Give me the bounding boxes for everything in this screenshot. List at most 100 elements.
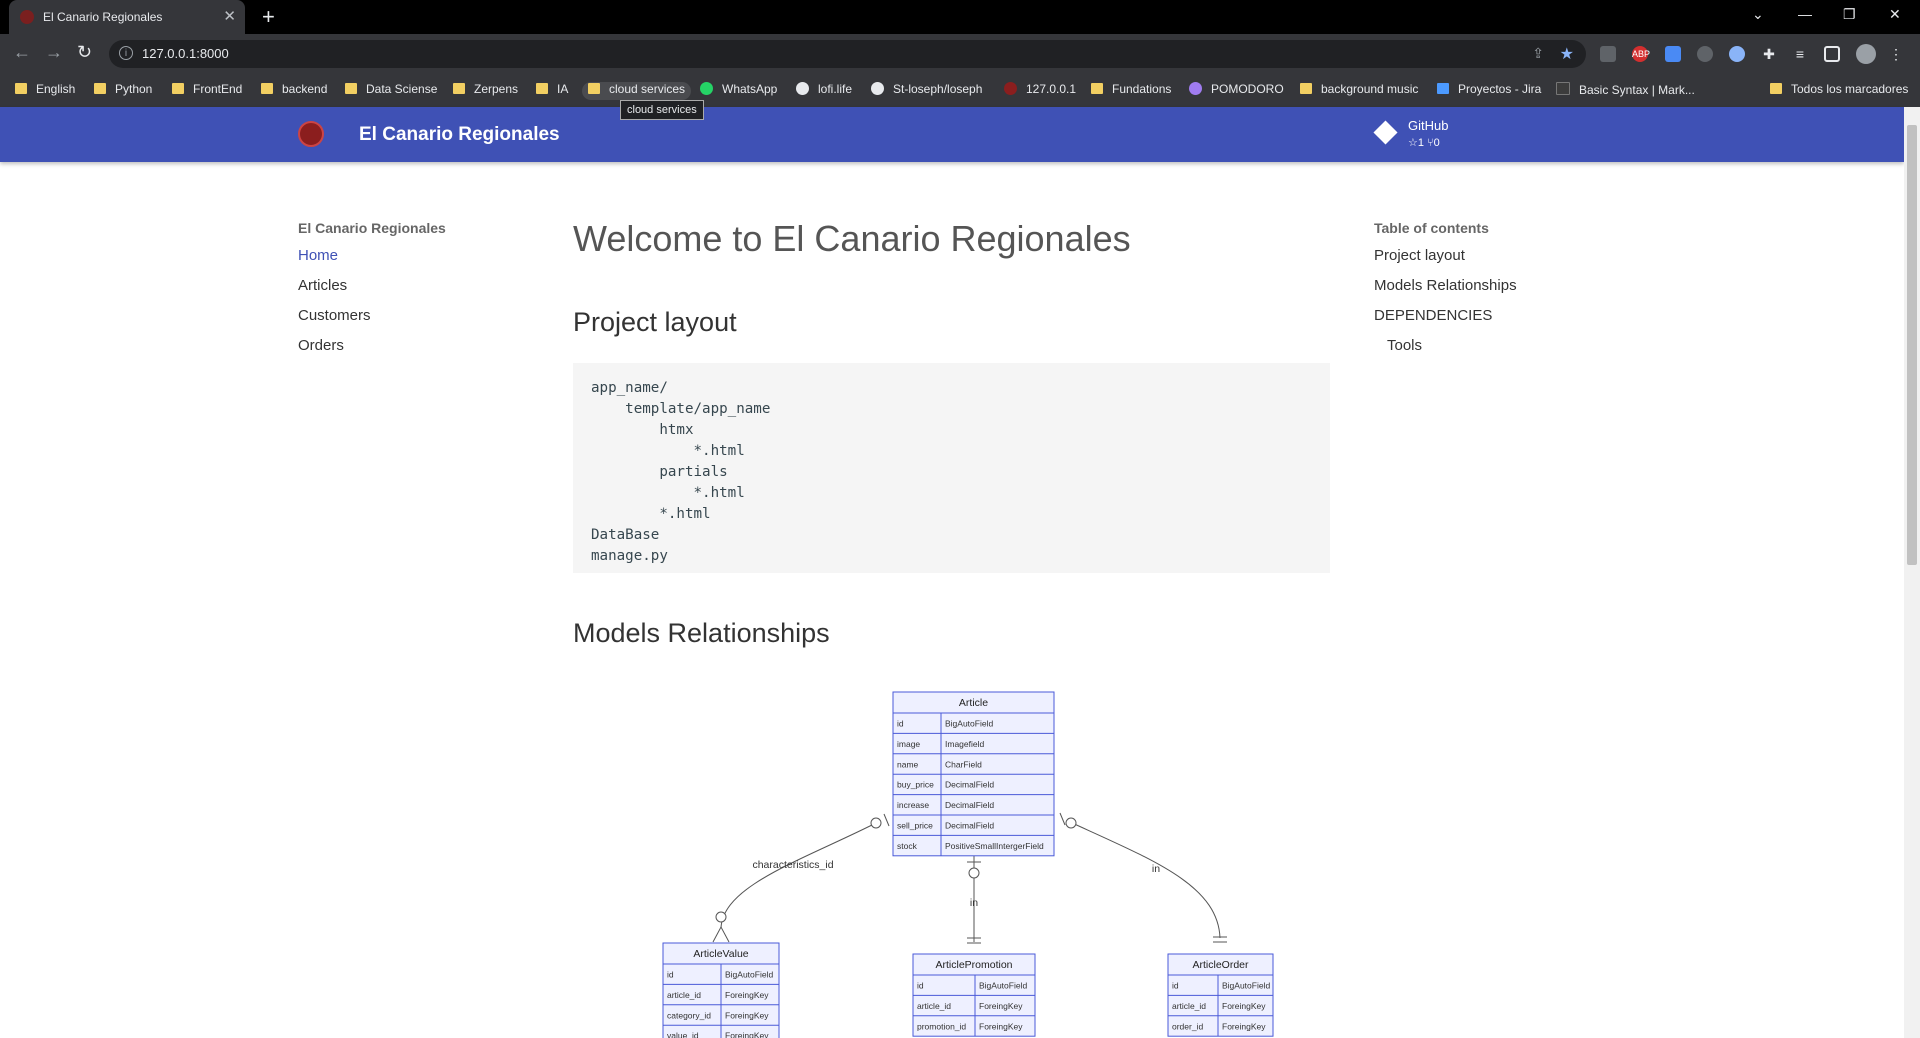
- field-name: category_id: [667, 1010, 711, 1020]
- back-icon[interactable]: ←: [13, 42, 31, 63]
- field-name: id: [1172, 981, 1179, 991]
- nav-item-orders[interactable]: Orders: [298, 337, 446, 367]
- field-name: id: [917, 981, 924, 991]
- field-type: ForeingKey: [1222, 1001, 1266, 1011]
- adblock-extension-icon[interactable]: ABP: [1632, 46, 1650, 62]
- recycle-extension-icon[interactable]: [1600, 46, 1616, 62]
- new-tab-button[interactable]: +: [262, 4, 275, 30]
- bookmark-frontend[interactable]: FrontEnd: [172, 82, 242, 100]
- bookmark-star-icon[interactable]: ★: [1560, 44, 1574, 64]
- address-bar[interactable]: i 127.0.0.1:8000 ⇪ ★: [109, 40, 1586, 68]
- relation-line-order: [1069, 821, 1221, 939]
- share-icon[interactable]: ⇪: [1532, 45, 1544, 62]
- bookmark-localhost[interactable]: 127.0.0.1: [1004, 82, 1076, 100]
- field-type: ForeingKey: [979, 1001, 1023, 1011]
- forward-icon[interactable]: →: [45, 42, 63, 63]
- field-type: BigAutoField: [1222, 981, 1270, 991]
- code-block: app_name/ template/app_name htmx *.html …: [573, 363, 1330, 573]
- field-name: sell_price: [897, 821, 933, 831]
- table-of-contents: Table of contents Project layout Models …: [1374, 220, 1517, 367]
- toc-item-project-layout[interactable]: Project layout: [1374, 247, 1517, 277]
- site-info-icon[interactable]: i: [119, 46, 133, 60]
- many-marker: [712, 925, 730, 943]
- bookmark-background-music[interactable]: background music: [1300, 82, 1418, 100]
- github-link[interactable]: GitHub: [1408, 118, 1448, 133]
- bookmark-python[interactable]: Python: [94, 82, 152, 100]
- compass-extension-icon[interactable]: [1697, 46, 1713, 62]
- bookmark-basic-syntax[interactable]: Basic Syntax | Mark...: [1556, 82, 1695, 100]
- entity-article-order: ArticleOrder id BigAutoField article_id Fore…: [1167, 953, 1274, 1037]
- github-stats: ☆1 ⑂0: [1408, 137, 1440, 149]
- folder-icon: [94, 83, 106, 94]
- bookmark-pomodoro[interactable]: POMODORO: [1189, 82, 1284, 100]
- minimize-icon[interactable]: —: [1798, 6, 1812, 22]
- field-name: article_id: [917, 1001, 951, 1011]
- field-name: name: [897, 759, 919, 769]
- nav-item-home[interactable]: Home: [298, 247, 446, 277]
- tab-search-icon[interactable]: ⌄: [1752, 6, 1764, 23]
- entity-name: ArticleValue: [693, 948, 748, 960]
- relation-label-characteristics: characteristics_id: [752, 859, 833, 871]
- tab-bar: El Canario Regionales ✕ + ⌄ — ❐ ✕: [0, 0, 1920, 34]
- folder-icon: [261, 83, 273, 94]
- one-marker: [883, 813, 890, 827]
- git-icon[interactable]: [1373, 120, 1398, 145]
- entity-article-value: ArticleValue id BigAutoField article_id Fore…: [662, 942, 780, 1038]
- bookmark-english[interactable]: English: [15, 82, 75, 100]
- folder-icon: [1300, 83, 1312, 94]
- profile-avatar[interactable]: [1856, 44, 1876, 64]
- folder-icon: [1091, 83, 1103, 94]
- bookmark-backend[interactable]: backend: [261, 82, 327, 100]
- url-text[interactable]: 127.0.0.1:8000: [142, 46, 229, 61]
- bookmark-zerpens[interactable]: Zerpens: [453, 82, 518, 100]
- site-logo[interactable]: [298, 121, 324, 147]
- reload-icon[interactable]: ↻: [77, 42, 92, 63]
- site-favicon-icon: [1004, 82, 1017, 95]
- bookmark-data-sciense[interactable]: Data Sciense: [345, 82, 437, 100]
- site-title[interactable]: El Canario Regionales: [359, 124, 560, 146]
- field-type: PositiveSmallIntergerField: [945, 841, 1044, 851]
- bookmark-fundations[interactable]: Fundations: [1091, 82, 1171, 100]
- bookmark-lofi-life[interactable]: lofi.life: [796, 82, 852, 100]
- bookmarks-bar: English Python FrontEnd backend Data Sci…: [0, 74, 1920, 107]
- nav-title: El Canario Regionales: [298, 220, 446, 236]
- one-marker: [1059, 812, 1066, 826]
- extensions-puzzle-icon[interactable]: ✚: [1761, 46, 1777, 62]
- browser-tab[interactable]: El Canario Regionales ✕: [9, 0, 245, 34]
- globe-extension-icon[interactable]: [1729, 46, 1745, 62]
- bookmark-whatsapp[interactable]: WhatsApp: [700, 82, 777, 100]
- toc-item-dependencies[interactable]: DEPENDENCIES: [1374, 307, 1517, 337]
- field-name: promotion_id: [917, 1021, 966, 1031]
- folder-icon: [345, 83, 357, 94]
- field-type: BigAutoField: [979, 981, 1027, 991]
- toc-item-tools[interactable]: Tools: [1374, 337, 1517, 367]
- bookmark-all-bookmarks[interactable]: Todos los marcadores: [1770, 82, 1908, 100]
- zero-marker: [1065, 817, 1077, 829]
- field-name: article_id: [667, 990, 701, 1000]
- nav-item-articles[interactable]: Articles: [298, 277, 446, 307]
- page-scrollbar[interactable]: [1904, 107, 1920, 1038]
- models-relationships-diagram: characteristics_id in in Article id BigAut…: [662, 691, 1274, 1038]
- field-name: increase: [897, 800, 929, 810]
- toc-item-models-relationships[interactable]: Models Relationships: [1374, 277, 1517, 307]
- nav-item-customers[interactable]: Customers: [298, 307, 446, 337]
- media-controls-icon[interactable]: ≡: [1792, 46, 1808, 62]
- scrollbar-thumb[interactable]: [1907, 125, 1917, 565]
- side-panel-icon[interactable]: [1824, 46, 1840, 62]
- restore-icon[interactable]: ❐: [1843, 6, 1856, 23]
- section-heading-project-layout: Project layout: [573, 307, 737, 337]
- close-window-icon[interactable]: ✕: [1889, 6, 1901, 23]
- tab-title: El Canario Regionales: [43, 10, 163, 24]
- field-type: ForeingKey: [725, 990, 769, 1000]
- bookmark-github[interactable]: St-loseph/loseph: [871, 82, 982, 100]
- bookmark-ia[interactable]: IA: [536, 82, 568, 100]
- menu-icon[interactable]: ⋮: [1888, 46, 1904, 62]
- bookmark-cloud-services[interactable]: cloud services: [582, 82, 692, 100]
- field-type: ForeingKey: [725, 1031, 769, 1038]
- bookmark-jira[interactable]: Proyectos - Jira: [1437, 82, 1541, 100]
- entity-article: Article id BigAutoField image Imagefield name…: [892, 691, 1055, 857]
- close-tab-icon[interactable]: ✕: [223, 7, 236, 25]
- docs-extension-icon[interactable]: [1665, 46, 1681, 62]
- field-name: article_id: [1172, 1001, 1206, 1011]
- field-name: id: [667, 970, 674, 980]
